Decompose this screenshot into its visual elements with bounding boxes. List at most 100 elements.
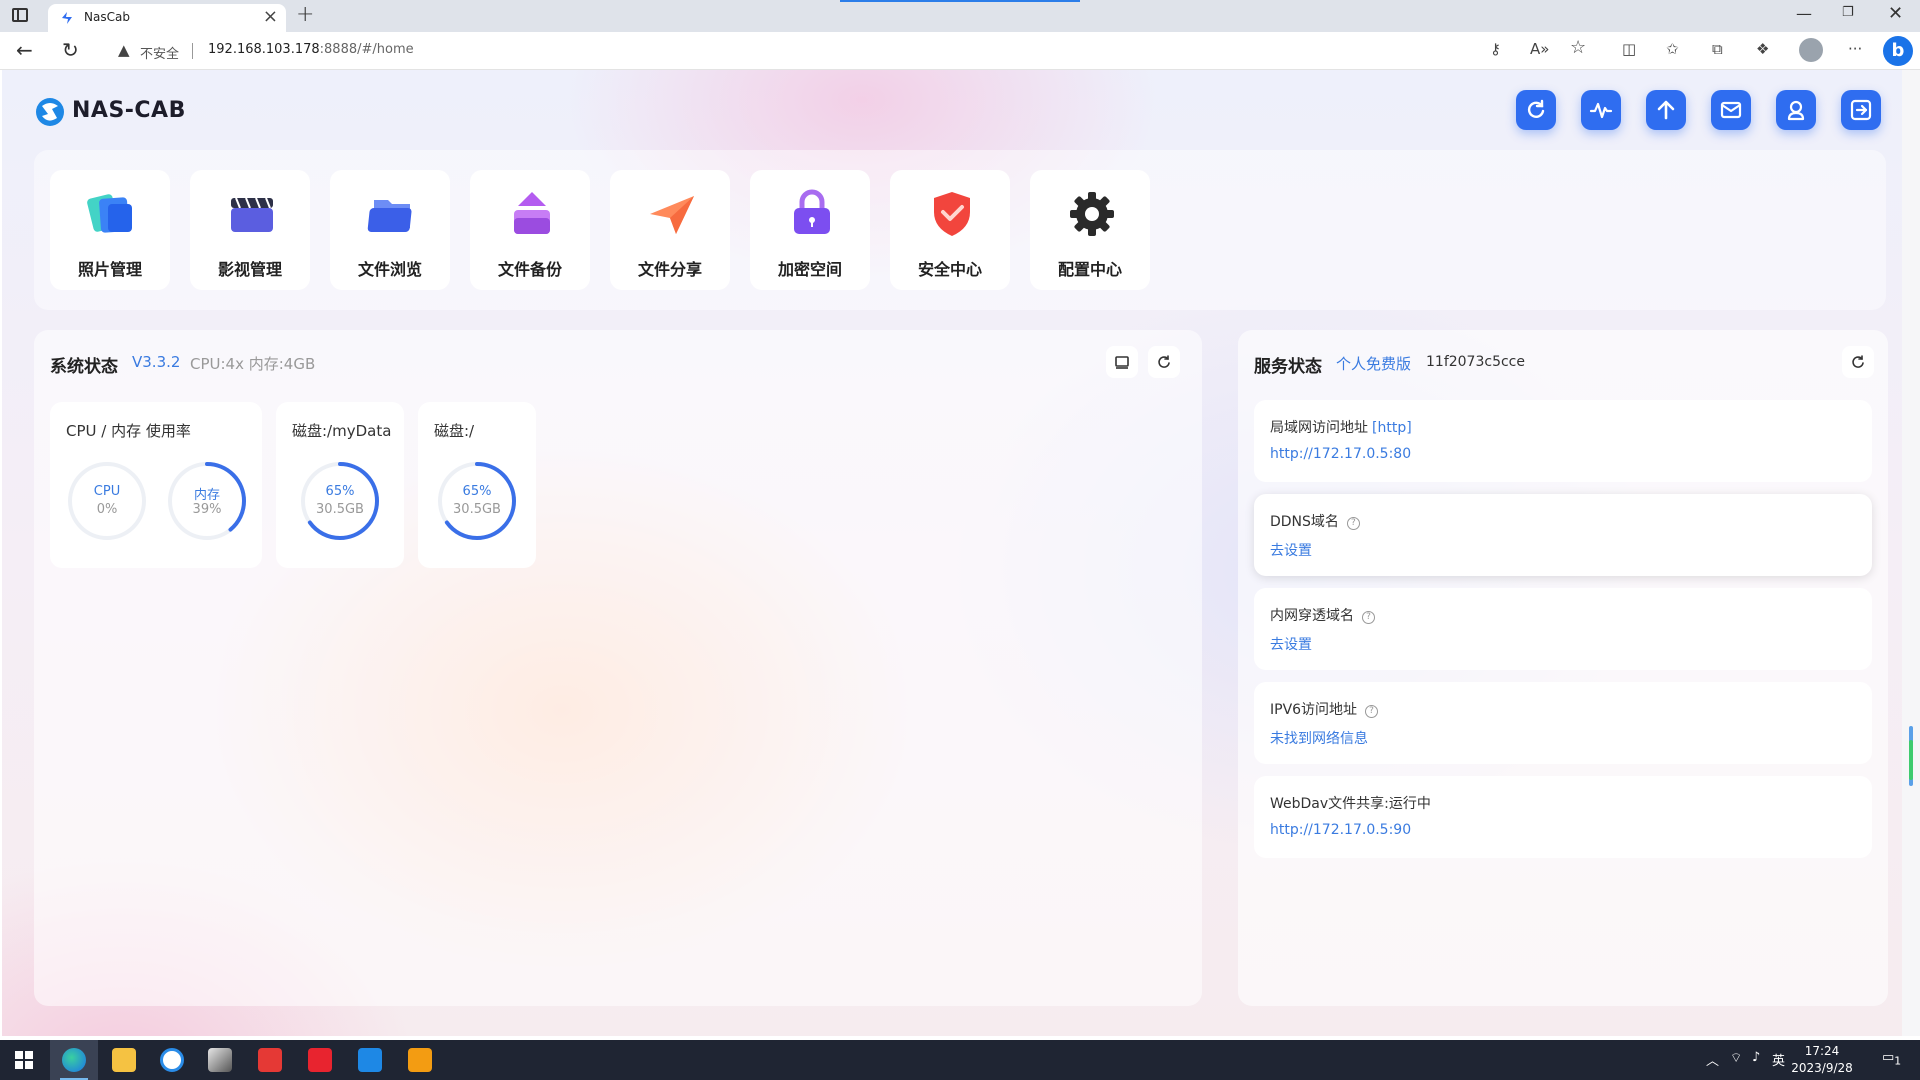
app-security[interactable]: 安全中心: [890, 170, 1010, 290]
network-icon[interactable]: ⌔: [1730, 1050, 1742, 1066]
favorite-star-icon[interactable]: ☆: [1570, 37, 1586, 58]
address-divider: [192, 43, 193, 59]
apps-panel: 照片管理 影视管理 文件浏览 文件备份 文件分享 加密空间 安全中心 配置中心: [34, 150, 1886, 310]
card-title: 磁盘:/: [434, 422, 475, 440]
app-label: 文件分享: [637, 260, 702, 279]
cpu-memory-card: CPU / 内存 使用率 CPU 0% 内存 39%: [50, 402, 262, 568]
taskbar-vscode[interactable]: [346, 1040, 394, 1080]
page-scrollbar[interactable]: [1902, 70, 1920, 1036]
ddns-setup-link[interactable]: 去设置: [1270, 540, 1312, 560]
clock[interactable]: 17:24 2023/9/28: [1784, 1043, 1860, 1077]
taskbar-explorer[interactable]: [100, 1040, 148, 1080]
taskbar-edge[interactable]: [50, 1040, 98, 1080]
tray-overflow-icon[interactable]: ︿: [1706, 1050, 1719, 1069]
gear-icon: [1070, 192, 1114, 236]
url-path: :8888/#/home: [319, 42, 414, 57]
monitor-icon: [1115, 356, 1129, 369]
url-text[interactable]: 192.168.103.178:8888/#/home: [208, 42, 414, 57]
app-files[interactable]: 文件浏览: [330, 170, 450, 290]
webdav-address-link[interactable]: http://172.17.0.5:90: [1270, 822, 1411, 838]
vscode-icon: [358, 1048, 382, 1072]
taskbar-search-app[interactable]: [148, 1040, 196, 1080]
more-menu-icon[interactable]: ···: [1848, 40, 1862, 58]
start-button[interactable]: [0, 1040, 48, 1080]
user-button[interactable]: [1776, 90, 1816, 130]
photos-icon: [87, 194, 132, 233]
app-share[interactable]: 文件分享: [610, 170, 730, 290]
service-status-panel: 服务状态 个人免费版 11f2073c5cce 局域网访问地址 [http] ht…: [1238, 330, 1888, 1006]
messages-button[interactable]: [1711, 90, 1751, 130]
gauge-ring: [438, 462, 516, 540]
extensions-icon[interactable]: ❖: [1756, 40, 1769, 58]
insecure-label: 不安全: [140, 47, 180, 62]
help-icon[interactable]: ?: [1365, 705, 1379, 718]
app-label: 安全中心: [917, 260, 982, 279]
tab-actions-icon[interactable]: [12, 8, 28, 22]
disk-gauge: 65% 30.5GB: [299, 460, 381, 542]
cpu-gauge: CPU 0%: [66, 460, 148, 542]
app-video[interactable]: 影视管理: [190, 170, 310, 290]
ipv6-status-link[interactable]: 未找到网络信息: [1270, 728, 1368, 748]
taskbar-image-app[interactable]: [196, 1040, 244, 1080]
address-bar[interactable]: ▲ 不安全 192.168.103.178:8888/#/home: [106, 37, 1540, 65]
version-label[interactable]: V3.3.2: [132, 353, 180, 371]
help-icon[interactable]: ?: [1362, 611, 1375, 624]
windows-start-icon: [15, 1051, 33, 1069]
app-label: 影视管理: [217, 260, 282, 279]
app-label: 文件浏览: [357, 260, 422, 279]
service-status-title: 服务状态: [1254, 357, 1322, 377]
key-icon[interactable]: ⚷: [1490, 40, 1501, 58]
taskbar-app[interactable]: [396, 1040, 444, 1080]
new-tab-icon[interactable]: +: [296, 2, 314, 27]
tab-close-icon[interactable]: ×: [263, 6, 278, 27]
display-mode-button[interactable]: [1106, 346, 1138, 378]
restore-icon[interactable]: ❐: [1842, 5, 1854, 20]
browser-tab[interactable]: NasCab ×: [48, 4, 286, 32]
service-refresh-button[interactable]: [1842, 346, 1874, 378]
read-aloud-icon[interactable]: A»: [1530, 40, 1549, 58]
url-host: 192.168.103.178: [208, 42, 320, 57]
user-icon: [1787, 100, 1805, 121]
card-title: CPU / 内存 使用率: [66, 422, 191, 440]
gauge-label: 内存: [193, 488, 220, 503]
favorites-icon[interactable]: ✩: [1666, 40, 1679, 58]
srv-label-text: DDNS域名: [1270, 514, 1339, 530]
back-icon[interactable]: ←: [16, 38, 33, 62]
app-backup[interactable]: 文件备份: [470, 170, 590, 290]
notification-icon[interactable]: ▭1: [1882, 1050, 1901, 1068]
close-window-icon[interactable]: ✕: [1888, 3, 1903, 24]
reload-icon[interactable]: ↻: [62, 38, 79, 62]
wps-icon: [258, 1048, 282, 1072]
upload-button[interactable]: [1646, 90, 1686, 130]
volume-icon[interactable]: ♪: [1752, 1050, 1760, 1065]
card-title: 磁盘:/myData: [292, 422, 392, 440]
notification-count: 1: [1894, 1054, 1902, 1068]
app-photos[interactable]: 照片管理: [50, 170, 170, 290]
scroll-indicator: [1909, 740, 1913, 780]
disk-gauge: 65% 30.5GB: [436, 460, 518, 542]
taskbar-wps[interactable]: [246, 1040, 294, 1080]
app-icon: [408, 1048, 432, 1072]
app-encrypted[interactable]: 加密空间: [750, 170, 870, 290]
profile-avatar-icon[interactable]: [1799, 38, 1823, 62]
collections-icon[interactable]: ⧉: [1712, 40, 1723, 58]
app-settings[interactable]: 配置中心: [1030, 170, 1150, 290]
lan-address-link[interactable]: http://172.17.0.5:80: [1270, 446, 1411, 462]
protocol-tag[interactable]: [http]: [1372, 420, 1412, 436]
logout-button[interactable]: [1841, 90, 1881, 130]
logout-icon: [1850, 99, 1872, 121]
bing-copilot-icon[interactable]: b: [1883, 36, 1913, 66]
help-icon[interactable]: ?: [1346, 517, 1360, 530]
refresh-button[interactable]: [1516, 90, 1556, 130]
tunnel-setup-link[interactable]: 去设置: [1270, 634, 1312, 654]
minimize-icon[interactable]: —: [1796, 4, 1812, 23]
taskbar-youdao[interactable]: [296, 1040, 344, 1080]
split-screen-icon[interactable]: ◫: [1622, 40, 1636, 58]
edition-label[interactable]: 个人免费版: [1336, 353, 1411, 374]
system-refresh-button[interactable]: [1148, 346, 1180, 378]
gauge-value: 30.5GB: [316, 502, 364, 517]
tab-title: NasCab: [84, 10, 130, 24]
monitor-button[interactable]: [1581, 90, 1621, 130]
ddns-item: DDNS域名? 去设置: [1254, 494, 1872, 576]
nascab-favicon-icon: [62, 12, 72, 24]
